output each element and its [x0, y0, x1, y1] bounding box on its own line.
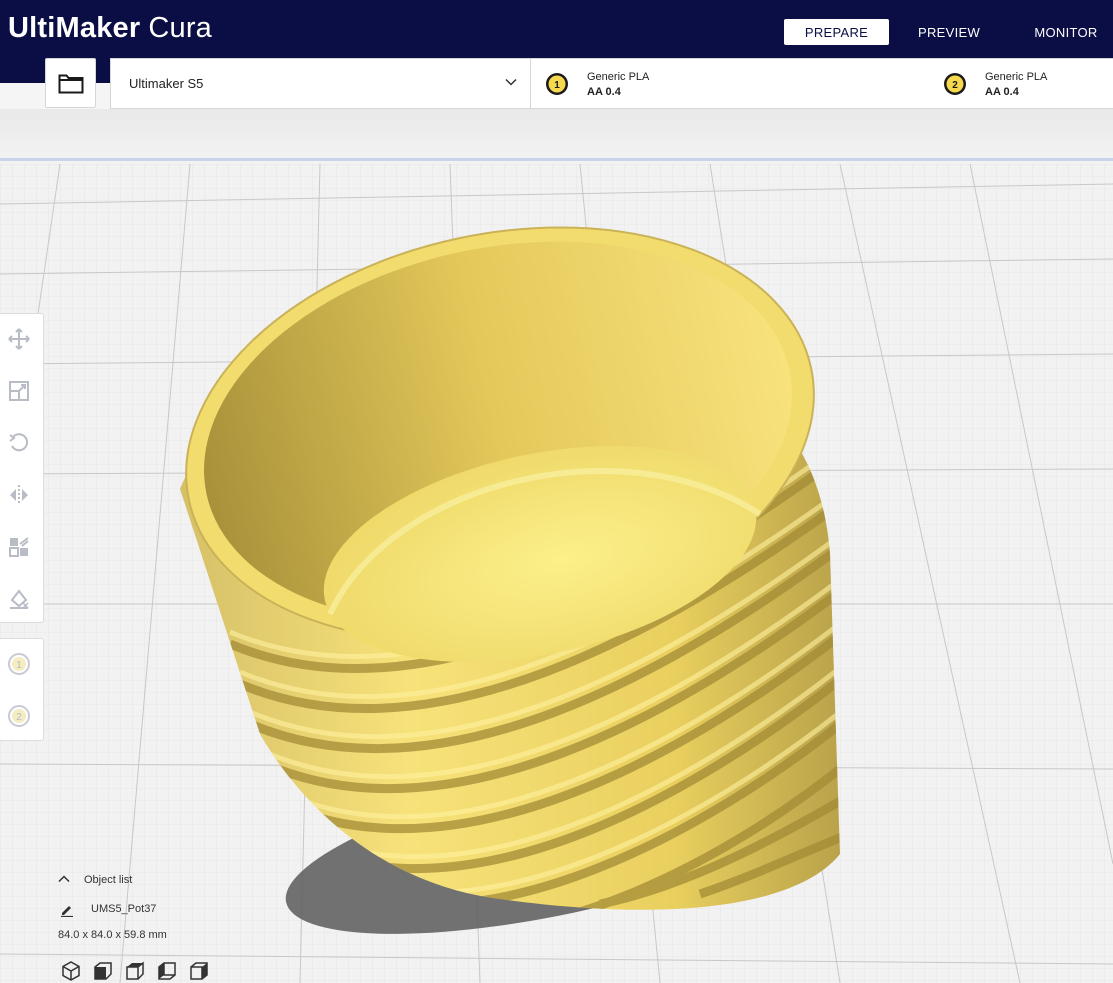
right-view-icon[interactable] [188, 960, 210, 982]
tab-prepare[interactable]: PREPARE [784, 19, 889, 45]
app-logo: UltiMaker Cura [8, 12, 212, 45]
folder-icon [58, 74, 83, 94]
chevron-down-icon[interactable] [505, 77, 517, 87]
tool-sidebar [0, 313, 44, 623]
extruder-2-badge-icon: 2 [8, 705, 30, 727]
assign-extruder-2-button[interactable]: 2 [6, 703, 32, 729]
brand-light: Cura [148, 12, 213, 44]
support-blocker-button[interactable] [6, 586, 32, 612]
tab-preview[interactable]: PREVIEW [905, 19, 993, 45]
extruder-1-nozzle: AA 0.4 [587, 86, 621, 98]
object-name[interactable]: UMS5_Pot37 [91, 903, 156, 915]
chevron-up-icon[interactable] [58, 874, 70, 884]
extruder-sidebar: 1 2 [0, 638, 44, 741]
support-blocker-icon [10, 589, 29, 609]
per-model-settings-button[interactable] [6, 534, 32, 560]
object-list-toggle[interactable]: Object list [84, 874, 132, 886]
brand-bold: UltiMaker [8, 12, 141, 44]
per-model-settings-icon [9, 537, 29, 557]
extruder-1-number: 1 [554, 80, 560, 91]
move-icon [8, 328, 30, 350]
divider [530, 59, 531, 108]
build-plate [0, 164, 1113, 983]
extruder-2-material: Generic PLA [985, 71, 1048, 83]
build-volume-back-wall [0, 109, 1113, 164]
left-view-icon[interactable] [156, 960, 178, 982]
scale-icon [9, 381, 29, 401]
rotate-tool-button[interactable] [6, 430, 32, 456]
extruder-1-badge-icon: 1 [8, 653, 30, 675]
top-view-icon[interactable] [124, 960, 146, 982]
build-volume-edge [0, 158, 1113, 161]
extruder-1-material: Generic PLA [587, 71, 650, 83]
tab-monitor[interactable]: MONITOR [1024, 19, 1108, 45]
move-tool-button[interactable] [6, 326, 32, 352]
3d-view-icon[interactable] [60, 960, 82, 982]
sidebar-extruder-1-number: 1 [16, 660, 22, 671]
mirror-tool-button[interactable] [6, 482, 32, 508]
mirror-icon [10, 485, 28, 505]
extruder-2-number: 2 [952, 80, 958, 91]
extruder-2-badge-icon: 2 [944, 73, 966, 95]
viewport-3d[interactable] [0, 164, 1113, 983]
assign-extruder-1-button[interactable]: 1 [6, 651, 32, 677]
extruder-2-nozzle: AA 0.4 [985, 86, 1019, 98]
rotate-icon [9, 433, 29, 452]
front-view-icon[interactable] [92, 960, 114, 982]
pencil-icon[interactable] [60, 903, 74, 917]
machine-name[interactable]: Ultimaker S5 [129, 76, 203, 91]
extruder-1-badge-icon: 1 [546, 73, 568, 95]
object-dimensions: 84.0 x 84.0 x 59.8 mm [58, 929, 167, 941]
scale-tool-button[interactable] [6, 378, 32, 404]
machine-selector-bar: Ultimaker S5 1 Generic PLA AA 0.4 2 Gene… [110, 58, 1113, 109]
sidebar-extruder-2-number: 2 [16, 712, 22, 723]
open-file-button[interactable] [45, 58, 96, 108]
